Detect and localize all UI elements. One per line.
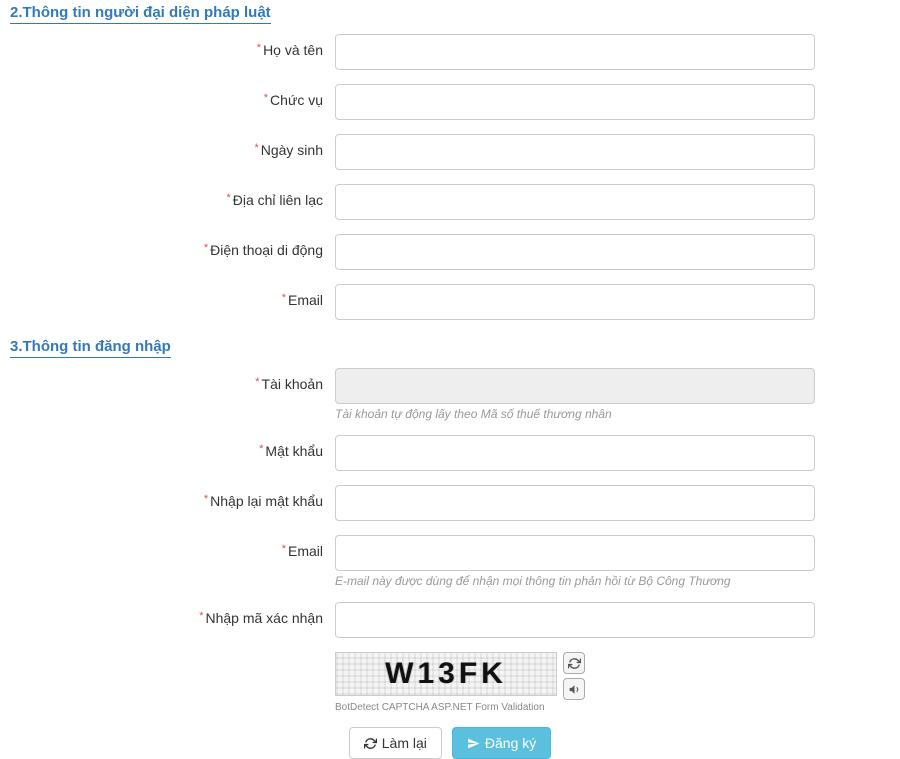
label-mobile: *Điện thoại di động	[0, 234, 335, 258]
reset-button[interactable]: Làm lại	[349, 727, 442, 759]
input-email-rep[interactable]	[335, 284, 815, 320]
captcha-image: W13FK	[335, 652, 557, 696]
input-password-confirm[interactable]	[335, 485, 815, 521]
hint-account: Tài khoản tự động lấy theo Mã số thuế th…	[335, 407, 815, 421]
input-email-login[interactable]	[335, 535, 815, 571]
label-dob: *Ngày sinh	[0, 134, 335, 158]
row-position: *Chức vụ	[0, 84, 900, 120]
row-captcha-input: *Nhập mã xác nhận	[0, 602, 900, 638]
input-mobile[interactable]	[335, 234, 815, 270]
label-address: *Địa chỉ liên lạc	[0, 184, 335, 208]
captcha-sound-button[interactable]	[563, 678, 585, 700]
label-email-rep: *Email	[0, 284, 335, 308]
paper-plane-icon	[467, 737, 480, 750]
captcha-reload-button[interactable]	[563, 652, 585, 674]
input-position[interactable]	[335, 84, 815, 120]
row-fullname: *Họ và tên	[0, 34, 900, 70]
label-password: *Mật khẩu	[0, 435, 335, 459]
submit-button-label: Đăng ký	[485, 735, 536, 751]
captcha-credit: BotDetect CAPTCHA ASP.NET Form Validatio…	[335, 702, 815, 713]
row-dob: *Ngày sinh	[0, 134, 900, 170]
submit-button[interactable]: Đăng ký	[452, 727, 551, 759]
input-captcha[interactable]	[335, 602, 815, 638]
row-address: *Địa chỉ liên lạc	[0, 184, 900, 220]
label-password-confirm: *Nhập lại mật khẩu	[0, 485, 335, 509]
input-dob[interactable]	[335, 134, 815, 170]
input-address[interactable]	[335, 184, 815, 220]
reset-button-label: Làm lại	[382, 735, 427, 751]
label-captcha: *Nhập mã xác nhận	[0, 602, 335, 626]
button-bar: Làm lại Đăng ký	[0, 727, 900, 759]
section3-heading: 3.Thông tin đăng nhập	[10, 338, 171, 358]
input-password[interactable]	[335, 435, 815, 471]
label-email-login: *Email	[0, 535, 335, 559]
section2-heading: 2.Thông tin người đại diện pháp luật	[10, 4, 271, 24]
label-fullname: *Họ và tên	[0, 34, 335, 58]
row-password: *Mật khẩu	[0, 435, 900, 471]
row-account: *Tài khoản Tài khoản tự động lấy theo Mã…	[0, 368, 900, 421]
refresh-icon	[364, 737, 377, 750]
row-email-login: *Email E-mail này được dùng để nhận mọi …	[0, 535, 900, 588]
label-account: *Tài khoản	[0, 368, 335, 392]
input-account	[335, 368, 815, 404]
row-email-rep: *Email	[0, 284, 900, 320]
sound-icon	[568, 683, 581, 696]
input-fullname[interactable]	[335, 34, 815, 70]
hint-email-login: E-mail này được dùng để nhận mọi thông t…	[335, 574, 815, 588]
row-password-confirm: *Nhập lại mật khẩu	[0, 485, 900, 521]
row-captcha-image: W13FK BotDetect CAPTCHA ASP.NET Form Val…	[0, 652, 900, 713]
row-mobile: *Điện thoại di động	[0, 234, 900, 270]
refresh-icon	[568, 657, 581, 670]
label-position: *Chức vụ	[0, 84, 335, 108]
